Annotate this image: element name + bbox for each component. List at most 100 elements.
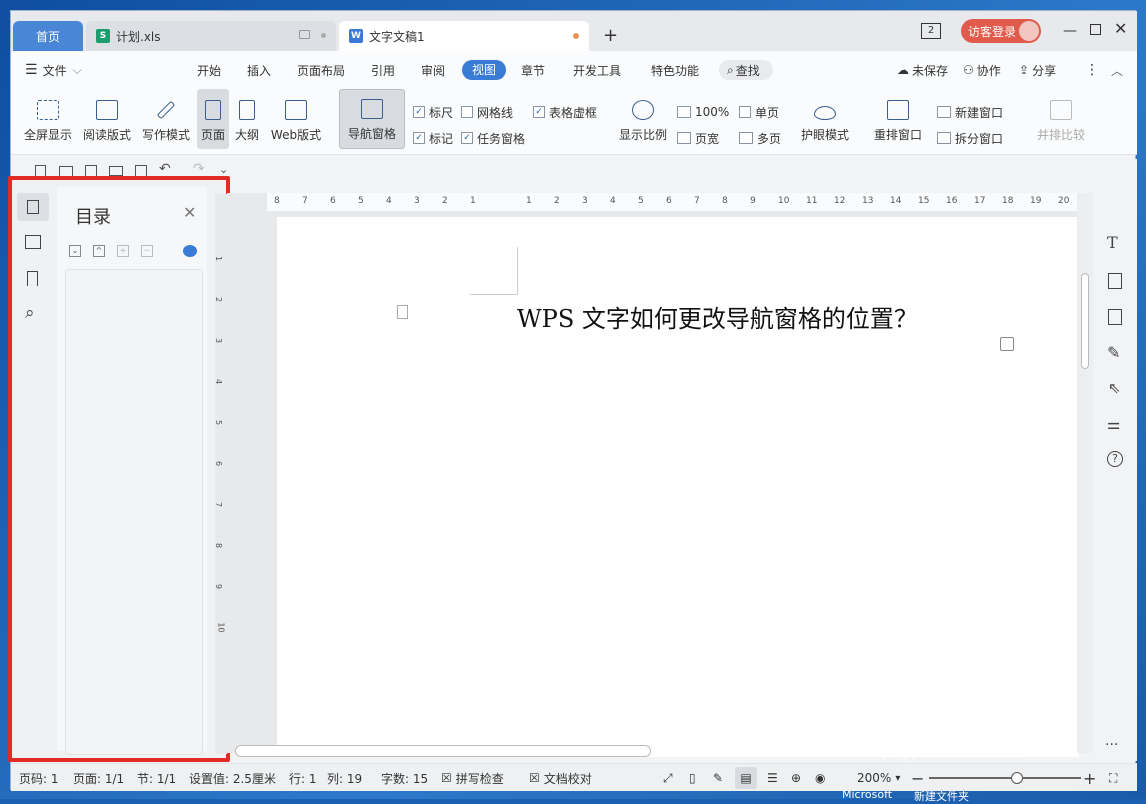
outline-button[interactable]: 大纲 (233, 89, 261, 149)
vertical-scrollbar[interactable] (1077, 193, 1093, 753)
paste-options-icon[interactable] (1000, 337, 1014, 351)
print-icon[interactable] (109, 166, 123, 176)
eye-care-button[interactable]: 护眼模式 (797, 89, 853, 149)
unsaved-button[interactable]: ☁ 未保存 (897, 51, 948, 89)
collapse-ribbon-icon[interactable]: ︿ (1111, 51, 1123, 89)
side-by-side-button[interactable]: 并排比较 (1033, 89, 1089, 149)
ruler-tick-label: 10 (216, 622, 226, 633)
guest-login-label: 访客登录 (968, 24, 1017, 39)
new-tab-plus-icon[interactable]: + (603, 25, 618, 46)
menu-item-developer[interactable]: 开发工具 (573, 51, 621, 89)
ruler-tick-label: 2 (554, 196, 560, 206)
cursor-icon[interactable]: ⇖ (1108, 379, 1121, 397)
tab-spreadsheet[interactable]: S 计划.xls (86, 21, 336, 51)
more-horizontal-icon[interactable]: ··· (1105, 737, 1118, 753)
nav-pane-button[interactable]: 导航窗格 (339, 89, 405, 149)
ruler-tick-label: 12 (834, 196, 846, 206)
zoom-100-button[interactable]: 100% (677, 103, 729, 121)
read-mode-button[interactable]: 阅读版式 (81, 89, 133, 149)
web-layout-button[interactable]: Web版式 (267, 89, 325, 149)
zoom-slider-thumb[interactable] (1011, 772, 1023, 784)
write-mode-button[interactable]: 写作模式 (141, 89, 191, 149)
menu-item-insert[interactable]: 插入 (247, 51, 271, 89)
maximize-icon[interactable] (1090, 24, 1101, 35)
ruler-checkbox[interactable]: ✓ 标尺 (413, 103, 453, 121)
task-pane-checkbox[interactable]: ✓ 任务窗格 (461, 129, 525, 147)
proofread-button[interactable]: ☒ 文档校对 (529, 764, 592, 792)
zoom-ratio-button[interactable]: 显示比例 (615, 89, 671, 149)
menu-item-start[interactable]: 开始 (197, 51, 221, 89)
minimize-icon[interactable]: — (1063, 23, 1077, 39)
text-style-icon[interactable]: T (1107, 233, 1118, 252)
more-vertical-icon[interactable]: ⋮ (1085, 51, 1099, 89)
menu-item-review[interactable]: 审阅 (421, 51, 445, 89)
eye-care-label: 护眼模式 (800, 128, 849, 142)
eye-status-icon[interactable]: ◉ (815, 764, 825, 792)
close-dot-icon[interactable] (321, 33, 326, 38)
table-gridlines-checkbox[interactable]: ✓ 表格虚框 (533, 103, 597, 121)
tab-home[interactable]: 首页 (13, 21, 83, 51)
scroll-thumb[interactable] (1081, 273, 1089, 369)
split-window-button[interactable]: 拆分窗口 (937, 129, 1003, 147)
zoom-slider[interactable] (929, 777, 1081, 779)
status-word-count[interactable]: 字数: 15 (381, 764, 428, 792)
fullscreen-button[interactable]: 全屏显示 (23, 89, 73, 149)
doc-settings-icon[interactable] (1108, 309, 1122, 325)
file-menu[interactable]: ☰ 文件 ⌵ (25, 51, 82, 89)
menu-item-layout[interactable]: 页面布局 (297, 51, 345, 89)
page-width-button[interactable]: 页宽 (677, 129, 719, 147)
eye-icon (814, 106, 836, 120)
read-status-icon[interactable]: ▯ (689, 764, 696, 792)
ruler-tick-label: 19 (1030, 196, 1042, 206)
help-icon[interactable]: ? (1107, 451, 1123, 467)
unsaved-dot-icon[interactable] (573, 33, 579, 39)
status-page-count[interactable]: 页面: 1/1 (73, 764, 124, 792)
menu-item-chapter[interactable]: 章节 (521, 51, 545, 89)
customize-chevron-icon[interactable]: ⌄ (219, 163, 228, 176)
horizontal-scrollbar[interactable] (235, 745, 651, 757)
close-icon[interactable]: ✕ (1114, 19, 1127, 38)
write-status-icon[interactable]: ✎ (713, 764, 723, 792)
marks-checkbox[interactable]: ✓ 标记 (413, 129, 453, 147)
share-button[interactable]: ⇪ 分享 (1019, 51, 1056, 89)
single-page-button[interactable]: 单页 (739, 103, 779, 121)
status-page-number[interactable]: 页码: 1 (19, 764, 59, 792)
zoom-in-icon[interactable]: + (1083, 764, 1096, 792)
guest-login-button[interactable]: 访客登录 (961, 19, 1041, 43)
status-section[interactable]: 节: 1/1 (137, 764, 176, 792)
taskbar-item-microsoft[interactable]: Microsoft (842, 788, 892, 801)
menu-item-view[interactable]: 视图 (462, 60, 506, 80)
menu-item-features[interactable]: 特色功能 (651, 51, 699, 89)
baidu-watermark-url: jingyan.baidu.com (882, 744, 1021, 762)
status-row[interactable]: 行: 1 (289, 764, 317, 792)
status-column[interactable]: 列: 19 (327, 764, 362, 792)
document-heading[interactable]: WPS 文字如何更改导航窗格的位置？ (517, 299, 918, 334)
search-button[interactable]: ⌕ 查找 (719, 60, 773, 80)
status-setting[interactable]: 设置值: 2.5厘米 (189, 764, 276, 792)
fit-window-icon[interactable]: ⛶ (1109, 764, 1117, 792)
tab-document[interactable]: W 文字文稿1 (339, 21, 589, 51)
pen-icon[interactable]: ✎ (1107, 343, 1120, 362)
window-count-badge[interactable]: 2 (921, 23, 941, 39)
new-window-button[interactable]: 新建窗口 (937, 103, 1003, 121)
page-view-button[interactable]: 页面 (197, 89, 229, 149)
multi-page-button[interactable]: 多页 (739, 129, 781, 147)
doc-check-icon[interactable] (1108, 273, 1122, 289)
search-icon: ⌕ (727, 62, 734, 77)
document-page[interactable]: WPS 文字如何更改导航窗格的位置？ (277, 217, 1079, 757)
page-status-icon[interactable]: ▤ (735, 767, 757, 789)
rearrange-window-button[interactable]: 重排窗口 (867, 89, 929, 149)
fullscreen-status-icon[interactable]: ⤢ (663, 764, 673, 792)
monitor-icon[interactable] (299, 30, 310, 39)
sliders-icon[interactable]: ⚌ (1107, 415, 1120, 433)
spell-check-button[interactable]: ☒ 拼写检查 (441, 764, 504, 792)
menu-item-reference[interactable]: 引用 (371, 51, 395, 89)
paragraph-icon[interactable] (397, 305, 408, 319)
web-status-icon[interactable]: ⊕ (791, 764, 801, 792)
taskbar-item-new-folder[interactable]: 新建文件夹 (914, 788, 969, 804)
gridlines-checkbox[interactable]: 网格线 (461, 103, 513, 121)
outline-status-icon[interactable]: ☰ (767, 764, 778, 792)
redo-icon[interactable]: ↷ (193, 161, 205, 177)
undo-icon[interactable]: ↶ (159, 161, 171, 177)
collaborate-button[interactable]: ⚇ 协作 (963, 51, 1001, 89)
